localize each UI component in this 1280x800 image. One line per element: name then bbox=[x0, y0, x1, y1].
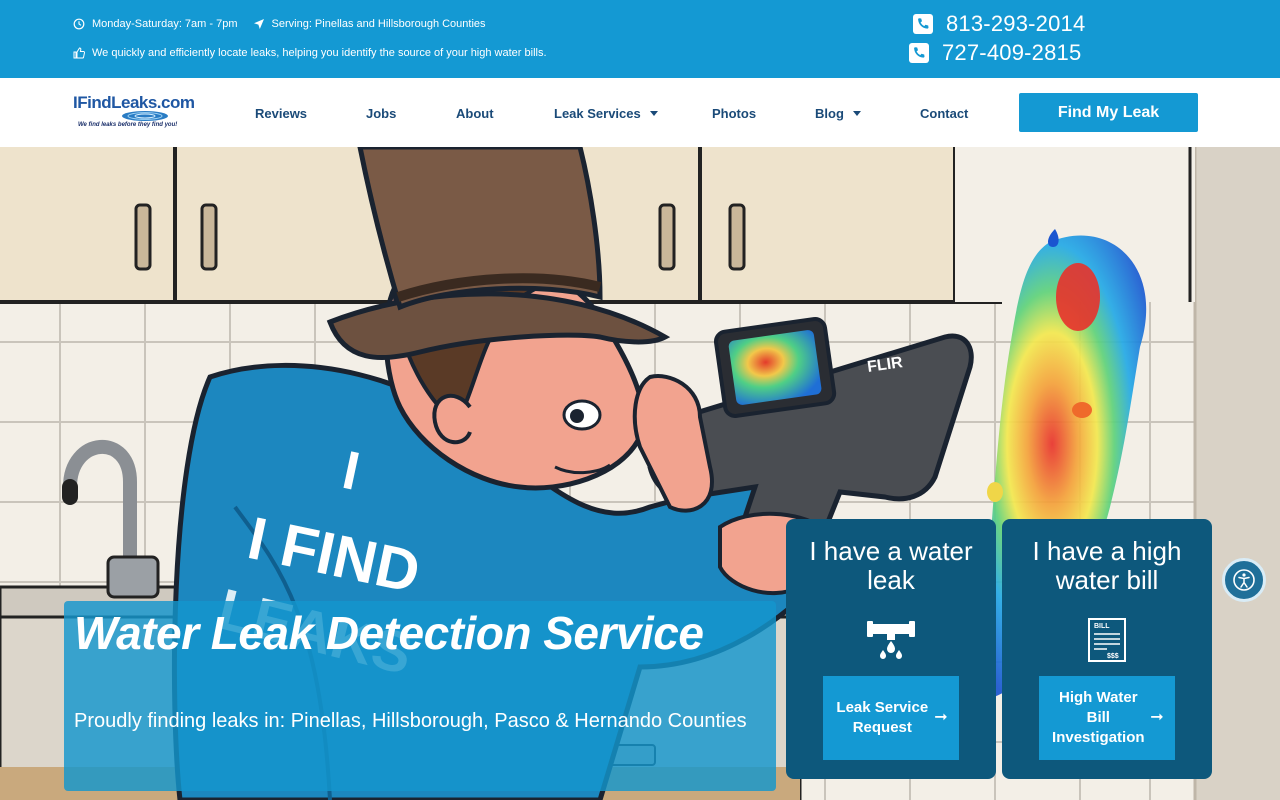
hero-title-box: Water Leak Detection Service Proudly fin… bbox=[64, 601, 776, 791]
nav-label: Blog bbox=[815, 105, 844, 121]
arrow-right-icon: ➞ bbox=[1150, 709, 1164, 726]
top-info-row: We quickly and efficiently locate leaks,… bbox=[73, 45, 562, 61]
hero-subtitle: Proudly finding leaks in: Pinellas, Hill… bbox=[74, 710, 747, 732]
nav-about[interactable]: About bbox=[456, 104, 494, 122]
hero-section: I I FIND LEAKS FLIR Water Leak Detection… bbox=[0, 147, 1280, 800]
find-my-leak-button[interactable]: Find My Leak bbox=[1019, 93, 1198, 132]
page-title: Water Leak Detection Service bbox=[74, 607, 704, 659]
leak-service-request-button[interactable]: Leak Service Request ➞ bbox=[823, 676, 959, 760]
card-title: I have a water leak bbox=[809, 536, 973, 595]
button-label: High Water Bill Investigation bbox=[1052, 689, 1145, 746]
nav-label: Leak Services bbox=[554, 105, 641, 121]
service-area-text: Serving: Pinellas and Hillsborough Count… bbox=[271, 18, 486, 30]
phone-link-1[interactable]: 813-293-2014 bbox=[913, 10, 1085, 38]
service-area: Serving: Pinellas and Hillsborough Count… bbox=[253, 18, 486, 30]
phone-icon bbox=[913, 14, 933, 34]
top-info-row: Monday-Saturday: 7am - 7pm Serving: Pine… bbox=[73, 16, 501, 32]
tagline-text: We quickly and efficiently locate leaks,… bbox=[92, 47, 547, 59]
arrow-right-icon: ➞ bbox=[934, 709, 948, 726]
phone-number-2[interactable]: 727-409-2815 bbox=[942, 40, 1081, 66]
chevron-down-icon bbox=[649, 110, 658, 116]
water-leak-card: I have a water leak Leak Service Request… bbox=[786, 519, 996, 779]
high-water-bill-investigation-button[interactable]: High Water Bill Investigation ➞ bbox=[1039, 676, 1175, 760]
card-title: I have a high water bill bbox=[1032, 536, 1182, 595]
nav-label: Reviews bbox=[255, 105, 308, 121]
nav-contact[interactable]: Contact bbox=[920, 104, 968, 122]
nav-label: Contact bbox=[920, 105, 969, 121]
accessibility-icon bbox=[1233, 569, 1255, 591]
bill-icon-label: BILL bbox=[1094, 623, 1110, 630]
water-bill-icon: BILL $$$ bbox=[1082, 617, 1132, 663]
business-hours-text: Monday-Saturday: 7am - 7pm bbox=[92, 18, 238, 30]
nav-label: About bbox=[456, 105, 494, 121]
tagline: We quickly and efficiently locate leaks,… bbox=[73, 47, 547, 59]
phone-link-2[interactable]: 727-409-2815 bbox=[909, 39, 1081, 67]
nav-blog[interactable]: Blog bbox=[815, 104, 861, 122]
high-water-bill-card: I have a high water bill BILL $$$ High W… bbox=[1002, 519, 1212, 779]
phone-number-1[interactable]: 813-293-2014 bbox=[946, 11, 1085, 37]
location-arrow-icon bbox=[253, 18, 265, 30]
thumbs-up-icon bbox=[73, 47, 85, 59]
nav-reviews[interactable]: Reviews bbox=[255, 104, 307, 122]
site-logo[interactable]: IFindLeaks.com We find leaks before they… bbox=[73, 93, 209, 133]
button-label: Leak Service Request bbox=[836, 699, 929, 736]
logo-tagline: We find leaks before they find you! bbox=[78, 122, 178, 128]
nav-jobs[interactable]: Jobs bbox=[366, 104, 396, 122]
chevron-down-icon bbox=[852, 110, 861, 116]
bill-icon-amount: $$$ bbox=[1107, 653, 1119, 660]
leaking-pipe-icon bbox=[866, 617, 916, 663]
water-swirl-icon bbox=[122, 111, 168, 121]
accessibility-button[interactable] bbox=[1222, 558, 1266, 602]
nav-photos[interactable]: Photos bbox=[712, 104, 756, 122]
clock-icon bbox=[73, 18, 85, 30]
main-navigation: IFindLeaks.com We find leaks before they… bbox=[0, 78, 1280, 147]
business-hours: Monday-Saturday: 7am - 7pm bbox=[73, 18, 238, 30]
nav-label: Jobs bbox=[366, 105, 397, 121]
top-info-bar: Monday-Saturday: 7am - 7pm Serving: Pine… bbox=[0, 0, 1280, 78]
nav-label: Photos bbox=[712, 105, 757, 121]
phone-icon bbox=[909, 43, 929, 63]
nav-leak-services[interactable]: Leak Services bbox=[554, 104, 658, 122]
